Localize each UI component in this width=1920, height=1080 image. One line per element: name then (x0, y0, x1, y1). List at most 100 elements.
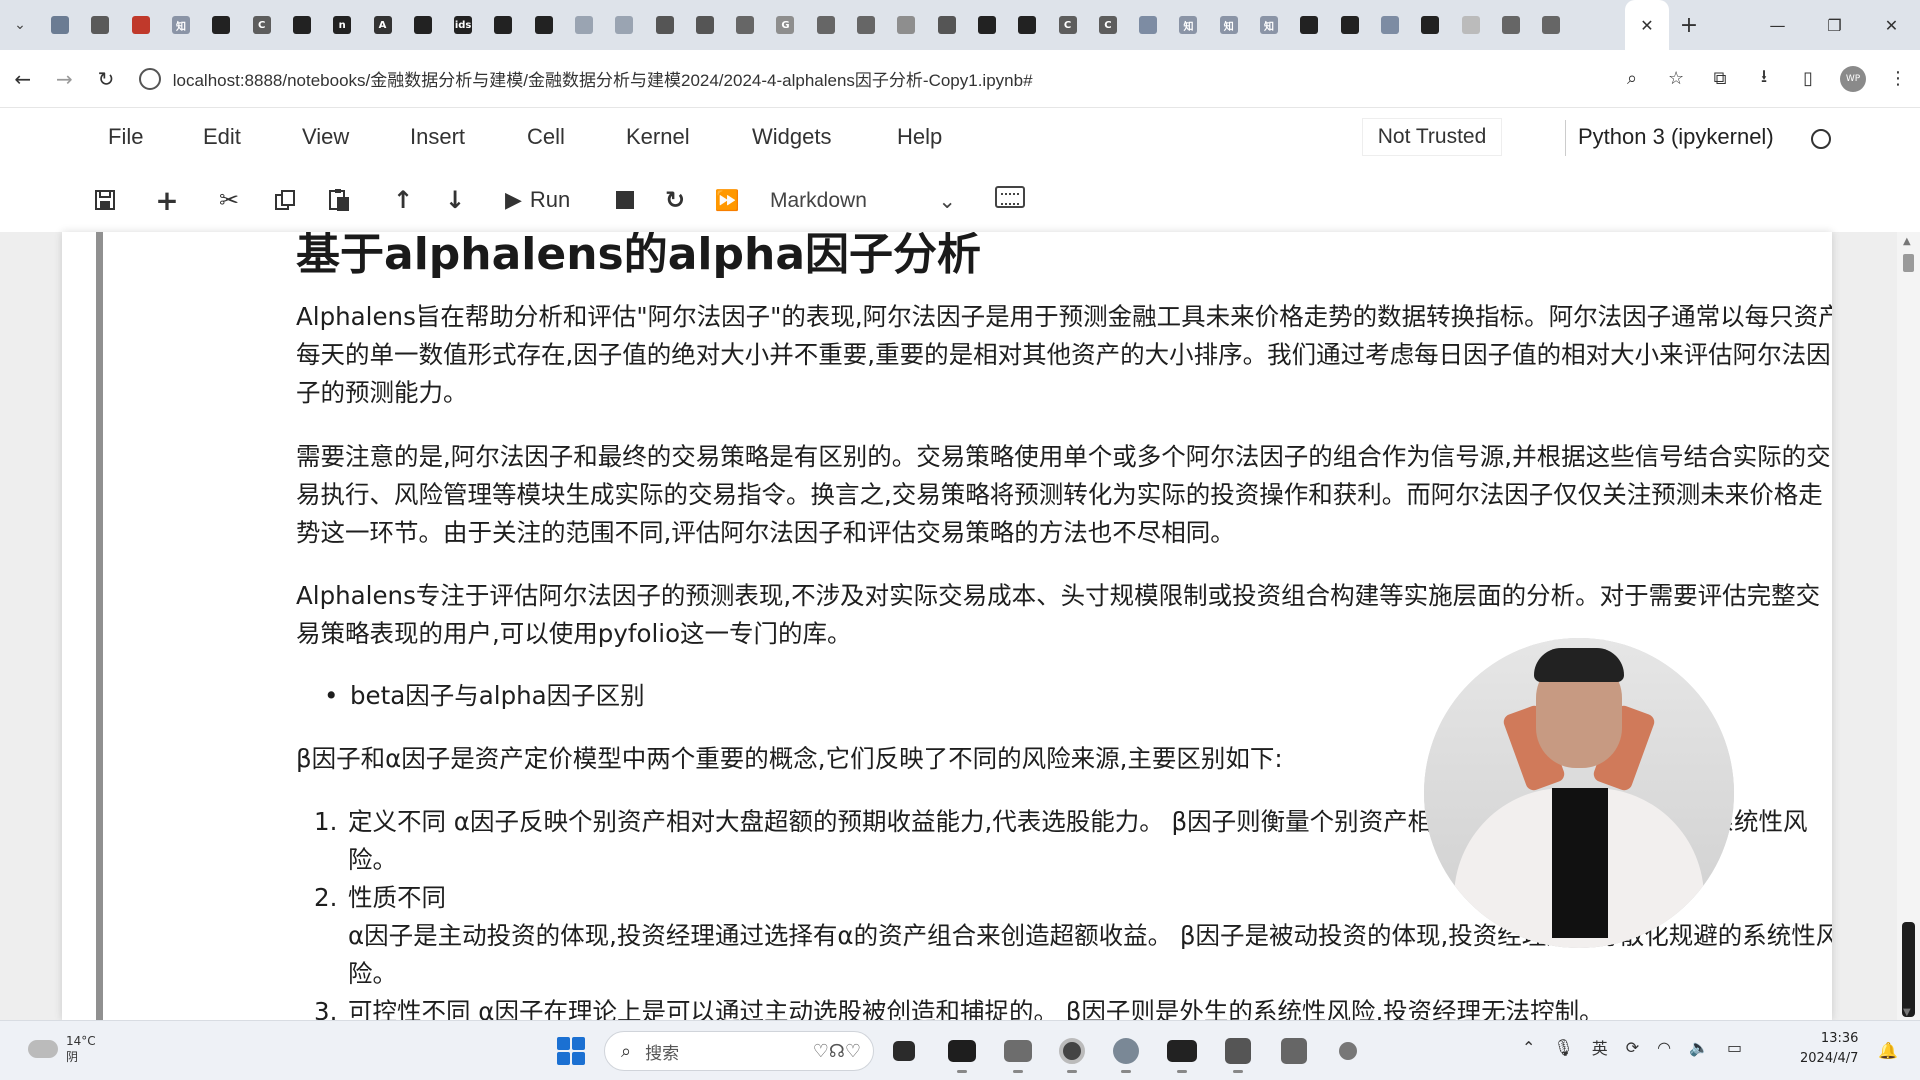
browser-tab[interactable] (886, 0, 926, 50)
chevron-up-icon[interactable]: ⌃ (1522, 1038, 1535, 1057)
browser-tab[interactable] (564, 0, 604, 50)
site-info-icon[interactable] (138, 67, 161, 90)
browser-tab[interactable] (927, 0, 967, 50)
sync-icon[interactable]: ⟳ (1626, 1038, 1639, 1057)
menu-edit[interactable]: Edit (203, 124, 241, 150)
scroll-up-arrow-icon[interactable]: ▲ (1903, 236, 1911, 247)
browser-tab[interactable] (1128, 0, 1168, 50)
download-icon[interactable]: ⭳ (1742, 59, 1786, 99)
browser-tab[interactable] (806, 0, 846, 50)
taskbar-app-chrome[interactable] (1052, 1031, 1092, 1073)
browser-tab[interactable] (967, 0, 1007, 50)
browser-tab[interactable]: 知 (161, 0, 201, 50)
menu-file[interactable]: File (108, 124, 143, 150)
forward-arrow-icon[interactable]: → (46, 59, 84, 99)
stop-square-icon[interactable] (610, 182, 640, 218)
bookmark-star-icon[interactable]: ☆ (1654, 59, 1698, 99)
paste-icon[interactable] (322, 182, 356, 218)
minimize-icon[interactable]: — (1749, 0, 1806, 50)
browser-tab[interactable] (846, 0, 886, 50)
taskbar-app-wps[interactable] (1274, 1031, 1314, 1071)
restart-kernel-icon[interactable]: ↻ (660, 182, 690, 218)
menu-help[interactable]: Help (897, 124, 942, 150)
browser-tab[interactable] (40, 0, 80, 50)
more-menu-icon[interactable]: ⋮ (1876, 59, 1920, 99)
start-windows-icon[interactable] (557, 1037, 585, 1065)
menu-kernel[interactable]: Kernel (626, 124, 690, 150)
active-tab[interactable]: ✕ (1625, 0, 1669, 50)
battery-icon[interactable]: ▭ (1727, 1038, 1742, 1057)
scrollbar-thumb[interactable] (1902, 922, 1915, 1017)
browser-tab[interactable] (1531, 0, 1571, 50)
browser-tab[interactable] (483, 0, 523, 50)
keyboard-icon[interactable] (995, 186, 1025, 208)
taskbar-app-terminal[interactable] (942, 1031, 982, 1073)
browser-tab[interactable]: ids (443, 0, 483, 50)
cut-scissors-icon[interactable]: ✂ (212, 182, 246, 218)
menu-insert[interactable]: Insert (410, 124, 465, 150)
browser-tab[interactable]: G (765, 0, 805, 50)
side-panel-icon[interactable]: ▯ (1786, 59, 1830, 99)
browser-tab[interactable] (685, 0, 725, 50)
taskbar-search[interactable]: ⌕ 搜索 ♡☊♡ (604, 1031, 874, 1071)
browser-tab[interactable]: 知 (1209, 0, 1249, 50)
kernel-name[interactable]: Python 3 (ipykernel) (1578, 124, 1774, 150)
taskbar-app-cmd[interactable] (1162, 1031, 1202, 1073)
url-text[interactable]: localhost:8888/notebooks/金融数据分析与建模/金融数据分… (173, 66, 1033, 91)
browser-tab[interactable]: C (241, 0, 281, 50)
taskbar-app-files[interactable] (884, 1031, 924, 1071)
weather-widget[interactable]: 14°C 阴 (28, 1033, 96, 1065)
browser-tab[interactable] (1491, 0, 1531, 50)
browser-tab[interactable]: n (322, 0, 362, 50)
scroll-down-arrow-icon[interactable]: ▼ (1903, 1007, 1911, 1018)
browser-tab[interactable] (524, 0, 564, 50)
save-icon[interactable] (88, 182, 122, 218)
close-icon[interactable]: ✕ (1640, 16, 1653, 35)
taskbar-app-checkmark[interactable] (1106, 1031, 1146, 1073)
system-clock[interactable]: 13:36 2024/4/7 (1800, 1029, 1858, 1069)
browser-tab[interactable] (725, 0, 765, 50)
menu-view[interactable]: View (302, 124, 349, 150)
volume-icon[interactable]: 🔈 (1689, 1038, 1709, 1057)
browser-tab[interactable] (1450, 0, 1490, 50)
window-close-icon[interactable]: ✕ (1863, 0, 1920, 50)
copy-icon[interactable] (268, 182, 302, 218)
reload-icon[interactable]: ↻ (87, 59, 125, 99)
profile-avatar[interactable]: WP (1840, 65, 1867, 92)
fast-forward-icon[interactable]: ⏩ (710, 182, 744, 218)
browser-tab[interactable] (121, 0, 161, 50)
url-field[interactable]: localhost:8888/notebooks/金融数据分析与建模/金融数据分… (138, 59, 1482, 99)
back-arrow-icon[interactable]: ← (4, 59, 42, 99)
menu-widgets[interactable]: Widgets (752, 124, 831, 150)
browser-tab[interactable] (282, 0, 322, 50)
taskbar-app-vscode[interactable] (1218, 1031, 1258, 1073)
microphone-icon[interactable]: 🎙 (1553, 1038, 1573, 1057)
ime-indicator[interactable]: 英 (1592, 1035, 1608, 1059)
browser-tab[interactable] (604, 0, 644, 50)
browser-tab[interactable] (403, 0, 443, 50)
taskbar-app-explorer[interactable] (998, 1031, 1038, 1073)
run-button[interactable]: ▶ Run (505, 182, 570, 218)
move-down-arrow-icon[interactable]: ↓ (438, 182, 472, 218)
browser-tab[interactable]: 知 (1249, 0, 1289, 50)
browser-tab[interactable] (1289, 0, 1329, 50)
cell-type-select[interactable]: Markdown ⌄ (758, 182, 968, 220)
browser-tab[interactable] (201, 0, 241, 50)
menu-cell[interactable]: Cell (527, 124, 565, 150)
wifi-icon[interactable]: ◠ (1657, 1038, 1671, 1057)
browser-tab[interactable] (80, 0, 120, 50)
browser-tab[interactable]: A (362, 0, 402, 50)
restore-icon[interactable]: ❐ (1806, 0, 1863, 50)
move-up-arrow-icon[interactable]: ↑ (386, 182, 420, 218)
insert-cell-plus-icon[interactable]: + (150, 182, 184, 218)
browser-tab[interactable] (644, 0, 684, 50)
browser-tab[interactable]: 知 (1168, 0, 1208, 50)
browser-tab[interactable] (1370, 0, 1410, 50)
browser-tab[interactable]: C (1047, 0, 1087, 50)
extensions-puzzle-icon[interactable]: ⧉ (1698, 59, 1742, 99)
tab-search-chevron-icon[interactable]: ⌄ (0, 0, 40, 50)
new-tab-button[interactable]: + (1669, 0, 1709, 50)
vertical-scrollbar[interactable]: ▲ ▼ (1897, 232, 1920, 1020)
browser-tab[interactable] (1330, 0, 1370, 50)
taskbar-app-recorder[interactable] (1328, 1031, 1368, 1071)
